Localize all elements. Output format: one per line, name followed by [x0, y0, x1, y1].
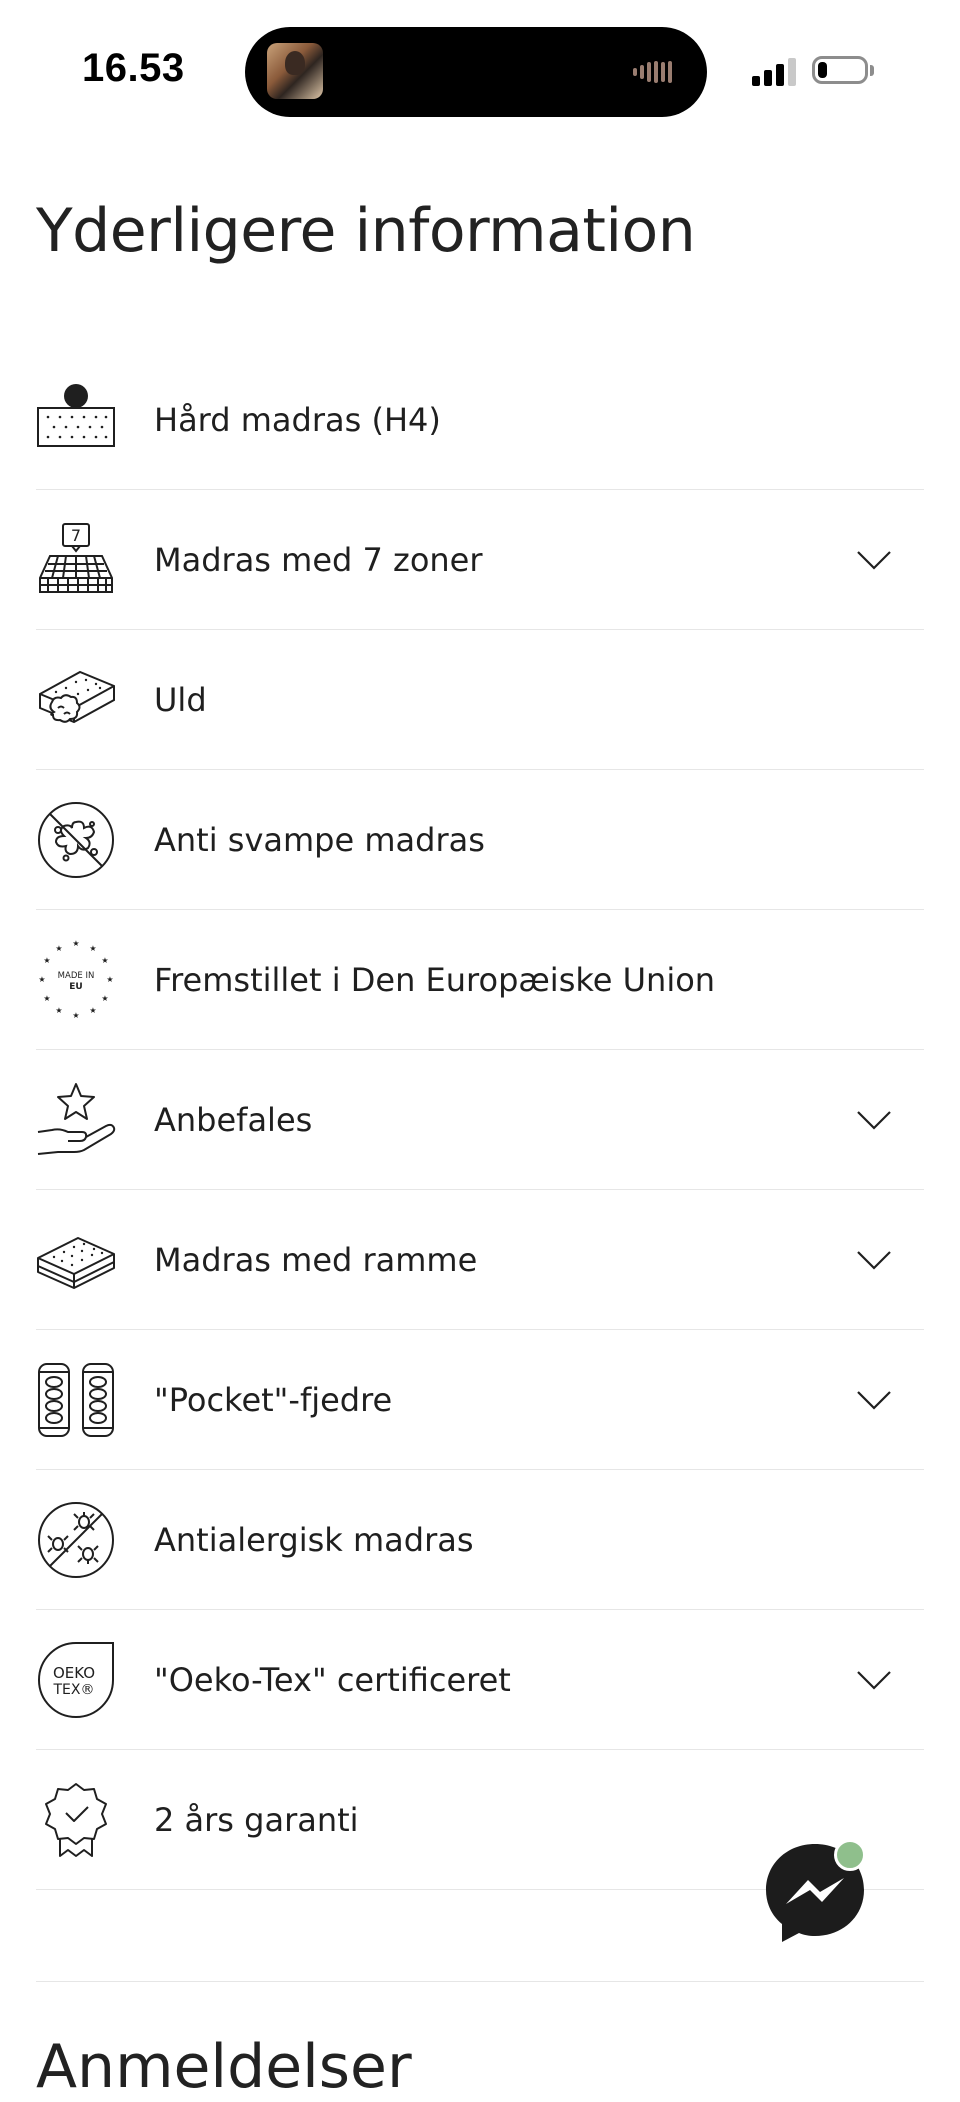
feature-label: 2 års garanti — [154, 1800, 359, 1839]
feature-item-oeko-tex[interactable]: OEKO TEX® "Oeko-Tex" certificeret — [36, 1610, 924, 1750]
anti-fungal-icon — [36, 800, 116, 880]
feature-item-mattress-frame[interactable]: Madras med ramme — [36, 1190, 924, 1330]
feature-item-hard-mattress: Hård madras (H4) — [36, 350, 924, 490]
svg-text:TEX®: TEX® — [53, 1682, 95, 1698]
svg-text:EU: EU — [69, 982, 82, 992]
notification-dot — [834, 1839, 866, 1871]
section-title: Yderligere information — [36, 196, 696, 266]
status-time: 16.53 — [82, 46, 185, 90]
feature-item-wool: Uld — [36, 630, 924, 770]
svg-text:★: ★ — [72, 940, 79, 948]
svg-text:★: ★ — [89, 1006, 96, 1015]
feature-item-pocket-springs[interactable]: "Pocket"-fjedre — [36, 1330, 924, 1470]
feature-label: Madras med 7 zoner — [154, 540, 483, 579]
mattress-frame-icon — [36, 1220, 116, 1300]
feature-item-anti-allergy: Antialergisk madras — [36, 1470, 924, 1610]
pocket-springs-icon — [36, 1360, 116, 1440]
dynamic-island[interactable] — [245, 27, 707, 117]
svg-text:★: ★ — [55, 1006, 62, 1015]
svg-text:★: ★ — [38, 975, 45, 984]
audio-wave-icon — [633, 61, 687, 83]
chevron-down-icon[interactable] — [854, 548, 894, 572]
hard-mattress-icon — [36, 380, 116, 460]
feature-label: Fremstillet i Den Europæiske Union — [154, 960, 716, 999]
feature-item-seven-zones[interactable]: 7 Madras med 7 zoner — [36, 490, 924, 630]
feature-label: Anbefales — [154, 1100, 313, 1139]
chevron-down-icon[interactable] — [854, 1668, 894, 1692]
feature-item-anti-fungal: Anti svampe madras — [36, 770, 924, 910]
svg-text:★: ★ — [72, 1011, 79, 1020]
feature-label: "Pocket"-fjedre — [154, 1380, 393, 1419]
chevron-down-icon[interactable] — [854, 1108, 894, 1132]
anti-allergy-icon — [36, 1500, 116, 1580]
feature-label: Anti svampe madras — [154, 820, 485, 859]
feature-list: Hård madras (H4) 7 Madras med 7 zoner Ul… — [36, 350, 924, 1890]
svg-text:★: ★ — [43, 956, 50, 965]
reviews-title: Anmeldelser — [36, 2032, 412, 2102]
battery-tip — [870, 65, 874, 76]
svg-text:★: ★ — [106, 975, 113, 984]
recommended-hand-star-icon — [36, 1080, 116, 1160]
feature-label: Antialergisk madras — [154, 1520, 474, 1559]
svg-text:★: ★ — [55, 944, 62, 953]
feature-item-made-in-eu: ★ ★ ★ ★ ★ ★ ★ ★ ★ ★ ★ ★ MADE IN EU Frems… — [36, 910, 924, 1050]
status-bar: 16.53 — [0, 0, 960, 130]
svg-text:MADE IN: MADE IN — [58, 971, 95, 981]
section-divider — [36, 1981, 924, 1982]
warranty-badge-icon — [36, 1780, 116, 1860]
svg-text:★: ★ — [89, 944, 96, 953]
feature-label: Madras med ramme — [154, 1240, 478, 1279]
cellular-signal-icon — [752, 56, 800, 86]
oeko-tex-icon: OEKO TEX® — [36, 1640, 116, 1720]
wool-icon — [36, 660, 116, 740]
svg-text:★: ★ — [101, 956, 108, 965]
seven-zones-icon: 7 — [36, 520, 116, 600]
album-art-thumbnail — [267, 43, 323, 99]
svg-text:★: ★ — [43, 994, 50, 1003]
battery-low-icon — [812, 56, 868, 84]
chevron-down-icon[interactable] — [854, 1248, 894, 1272]
svg-text:OEKO: OEKO — [53, 1664, 95, 1682]
svg-text:7: 7 — [71, 526, 81, 545]
feature-item-recommended[interactable]: Anbefales — [36, 1050, 924, 1190]
svg-text:★: ★ — [101, 994, 108, 1003]
chevron-down-icon[interactable] — [854, 1388, 894, 1412]
feature-label: Hård madras (H4) — [154, 400, 441, 439]
feature-label: "Oeko-Tex" certificeret — [154, 1660, 511, 1699]
feature-label: Uld — [154, 680, 207, 719]
made-in-eu-icon: ★ ★ ★ ★ ★ ★ ★ ★ ★ ★ ★ ★ MADE IN EU — [36, 940, 116, 1020]
